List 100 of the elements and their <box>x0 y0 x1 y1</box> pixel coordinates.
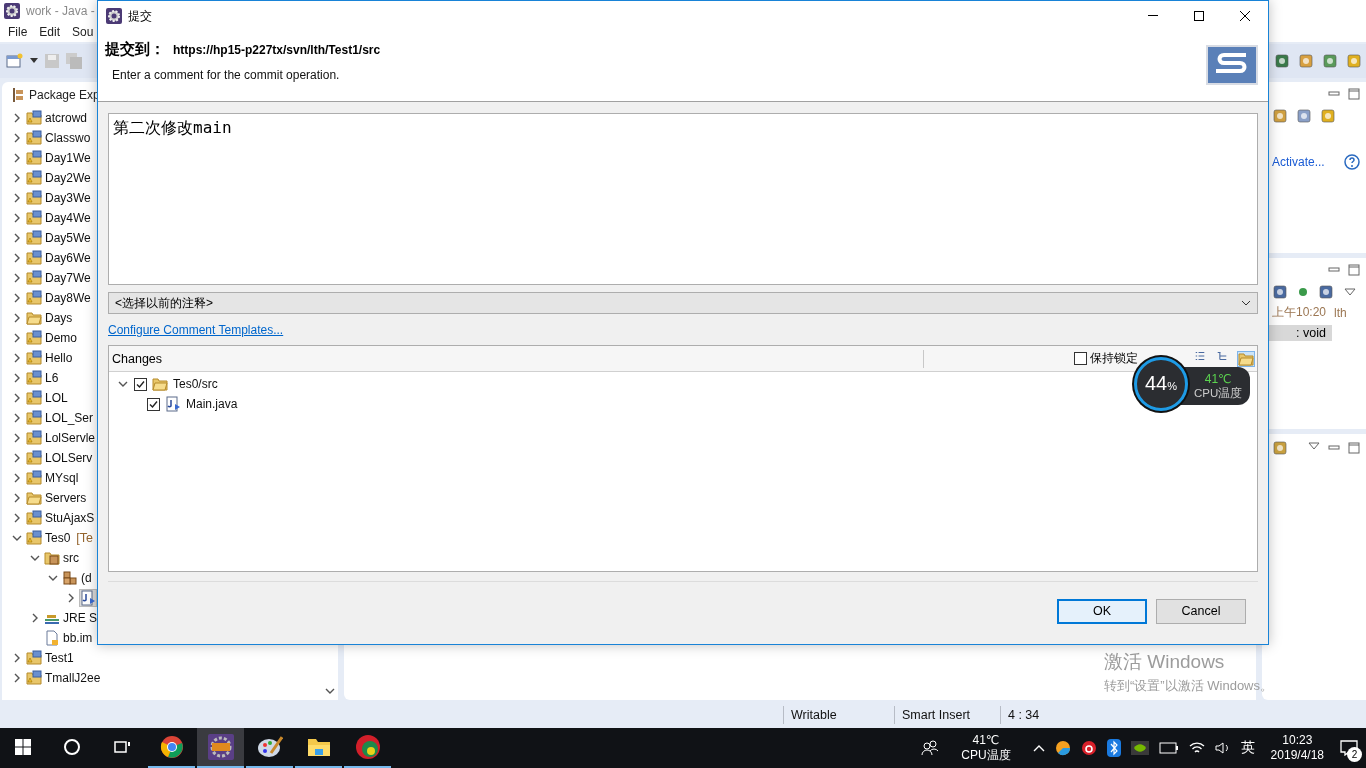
tree-item[interactable] <box>26 510 42 526</box>
tree-item[interactable] <box>26 150 42 166</box>
tree-item[interactable] <box>44 550 60 566</box>
tree-item[interactable] <box>26 650 42 666</box>
help-icon[interactable] <box>1344 154 1360 170</box>
folder-icon <box>1238 351 1254 366</box>
tree-item-label[interactable]: Day4We <box>45 211 91 225</box>
wifi-icon[interactable] <box>1188 741 1205 755</box>
tree-item[interactable] <box>80 590 96 606</box>
tree-item-label[interactable]: Servers <box>45 491 87 505</box>
tree-item[interactable] <box>26 390 42 406</box>
tree-item[interactable] <box>26 110 42 126</box>
project-icon <box>26 270 42 286</box>
ok-button[interactable]: OK <box>1057 598 1147 624</box>
tree-item-label[interactable]: Day7We <box>45 271 91 285</box>
previous-comments-dropdown[interactable]: <选择以前的注释> <box>108 292 1258 314</box>
tree-item-label[interactable]: Tes0 <box>45 531 71 545</box>
tree-item[interactable] <box>26 430 42 446</box>
comment-field[interactable]: 第二次修改main <box>108 113 1258 285</box>
tree-item[interactable] <box>26 670 42 686</box>
tree-item-label[interactable]: Hello <box>45 351 73 365</box>
tree-item-label[interactable]: src <box>63 551 79 565</box>
tree-item[interactable] <box>26 410 42 426</box>
tree-item[interactable] <box>26 130 42 146</box>
disc-icon[interactable] <box>354 734 381 760</box>
tree-item-label[interactable]: Day8We <box>45 291 91 305</box>
bluetooth-icon[interactable] <box>1106 739 1121 757</box>
tree-item-label[interactable]: L6 <box>45 371 59 385</box>
tree-item[interactable] <box>26 190 42 206</box>
tree-item[interactable] <box>26 450 42 466</box>
paint-palette-icon[interactable] <box>256 735 283 759</box>
tree-item-label[interactable]: LOL_Ser <box>45 411 94 425</box>
tree-item-label[interactable]: Day5We <box>45 231 91 245</box>
view-menu-icon[interactable] <box>1308 442 1320 450</box>
menu-item[interactable]: Sou <box>66 25 100 39</box>
tree-view-icon[interactable] <box>1215 350 1229 361</box>
tree-item[interactable] <box>26 290 42 306</box>
notification-icon[interactable] <box>1340 740 1358 756</box>
view-menu-icon[interactable] <box>1344 288 1356 296</box>
cancel-button[interactable]: Cancel <box>1156 598 1246 624</box>
chevron-up-icon[interactable] <box>1032 744 1045 752</box>
list-icon[interactable] <box>1193 350 1207 361</box>
tree-item[interactable] <box>26 330 42 346</box>
new-file-icon[interactable] <box>6 53 24 69</box>
tree-item-label[interactable]: Day6We <box>45 251 91 265</box>
scroll-down-icon[interactable] <box>325 688 335 696</box>
tree-item-label[interactable]: LOL <box>45 391 68 405</box>
tray-app-icon[interactable] <box>1080 740 1097 756</box>
tree-item-label[interactable]: StuAjaxS <box>45 511 95 525</box>
maximize-icon[interactable] <box>1348 264 1360 276</box>
project-icon <box>26 190 42 206</box>
tree-item-label[interactable]: TmallJ2ee <box>45 671 101 685</box>
tree-item[interactable] <box>26 370 42 386</box>
tree-item-label[interactable]: LOLServ <box>45 451 93 465</box>
task-view-icon[interactable] <box>113 739 131 755</box>
tree-item-label[interactable]: JRE S <box>63 611 97 625</box>
tree-item[interactable] <box>26 210 42 226</box>
tree-item-label[interactable]: MYsql <box>45 471 79 485</box>
checkbox[interactable] <box>134 377 147 391</box>
search-icon[interactable] <box>63 738 81 756</box>
tree-item[interactable] <box>26 170 42 186</box>
templates-link[interactable]: Configure Comment Templates... <box>108 323 284 337</box>
battery-icon[interactable] <box>1158 742 1179 754</box>
activate-link[interactable]: Activate... <box>1272 155 1325 169</box>
tree-item[interactable] <box>26 350 42 366</box>
clock-time[interactable]: 10:23 <box>1282 733 1313 748</box>
tree-item-label[interactable]: Day3We <box>45 191 91 205</box>
tree-item[interactable] <box>62 570 78 586</box>
tree-item-label[interactable]: LolServle <box>45 431 96 445</box>
checkbox[interactable] <box>147 397 160 411</box>
tree-item[interactable] <box>26 230 42 246</box>
tree-item-label[interactable]: Days <box>45 311 73 325</box>
tree-item-label[interactable]: Day2We <box>45 171 91 185</box>
menu-item[interactable]: Edit <box>33 25 67 39</box>
volume-icon[interactable] <box>1214 741 1231 755</box>
clock-date[interactable]: 2019/4/18 <box>1270 748 1324 763</box>
tree-item-label[interactable]: Test1 <box>45 651 74 665</box>
tree-item[interactable] <box>26 250 42 266</box>
start-icon[interactable] <box>15 739 31 755</box>
input-language[interactable]: 英 <box>1240 739 1255 757</box>
tray-app-icon[interactable] <box>1054 740 1071 756</box>
tree-item-label[interactable]: Day1We <box>45 151 91 165</box>
maximize-icon[interactable] <box>1348 442 1360 454</box>
tree-item-label[interactable]: (d <box>81 571 92 585</box>
tree-item-label[interactable]: atcrowd <box>45 111 88 125</box>
keep-locks-checkbox[interactable]: 保持锁定 <box>1074 350 1138 367</box>
browser-icon[interactable] <box>159 735 184 759</box>
menu-item[interactable]: File <box>2 25 34 39</box>
tree-item[interactable] <box>26 270 42 286</box>
tree-item-label[interactable]: Classwo <box>45 131 91 145</box>
tree-item[interactable] <box>26 470 42 486</box>
ide-icon[interactable] <box>207 734 234 760</box>
tree-item-label[interactable]: bb.im <box>63 631 93 645</box>
tree-item[interactable] <box>26 530 42 546</box>
window-title: work - Java - <box>26 4 95 18</box>
tree-item-label[interactable]: Demo <box>45 331 77 345</box>
folder-icon[interactable] <box>306 737 331 757</box>
gpu-icon[interactable] <box>1130 741 1149 755</box>
maximize-icon[interactable] <box>1348 88 1360 100</box>
dropdown-caret-icon[interactable] <box>30 58 38 64</box>
